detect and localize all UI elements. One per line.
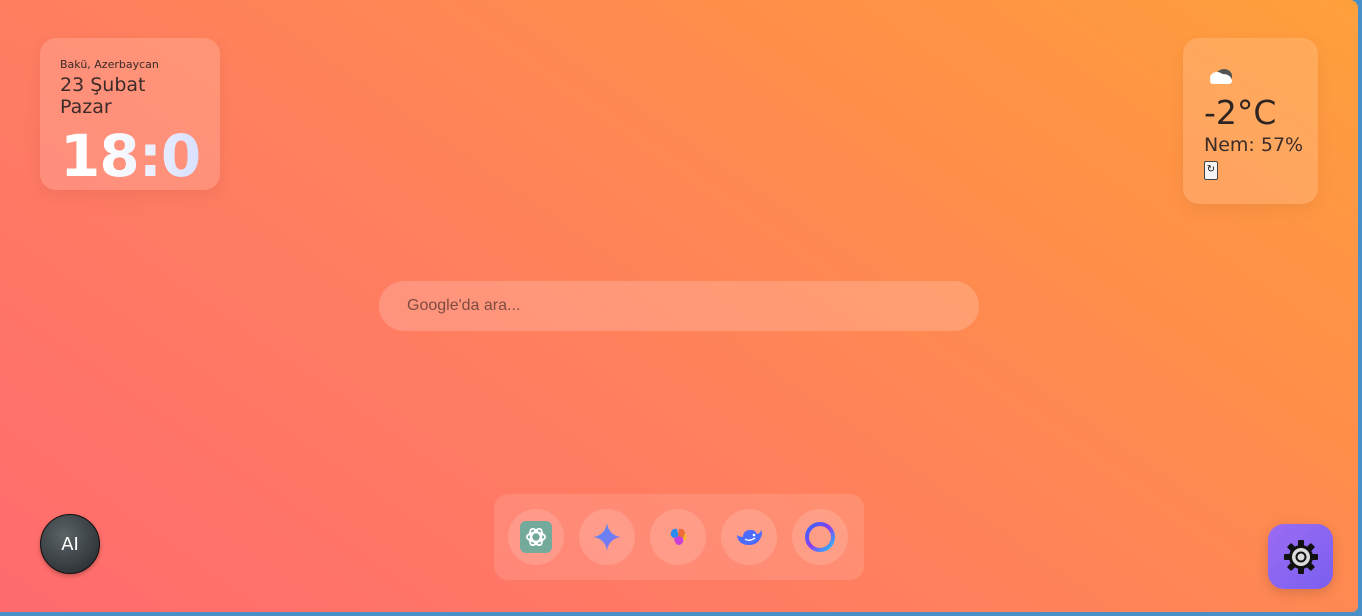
- dock-item-chatgpt[interactable]: [508, 509, 564, 565]
- meta-ai-ring-icon: [805, 522, 835, 552]
- new-tab-page: Bakü, Azerbaycan 23 Şubat Pazar 18:03 -2…: [0, 0, 1358, 612]
- weather-temperature: -2°C: [1204, 93, 1277, 132]
- search-input[interactable]: [379, 281, 979, 331]
- dock-item-meta-ai[interactable]: [792, 509, 848, 565]
- deepseek-whale-icon: [737, 529, 762, 545]
- dock-item-deepseek[interactable]: [721, 509, 777, 565]
- settings-button[interactable]: [1268, 524, 1333, 589]
- clock-date: 23 Şubat Pazar: [60, 74, 146, 118]
- weather-humidity: Nem: 57%: [1204, 134, 1304, 156]
- weather-widget: -2°C Nem: 57% ↻: [1183, 38, 1318, 204]
- clock-widget: Bakü, Azerbaycan 23 Şubat Pazar 18:03: [40, 38, 241, 190]
- chatgpt-icon: [520, 521, 552, 553]
- dock-item-gemini[interactable]: [579, 509, 635, 565]
- dock-item-copilot[interactable]: [650, 509, 706, 565]
- copilot-icon: [670, 528, 687, 545]
- gear-icon: [1283, 539, 1318, 574]
- clock-time: 18:03: [60, 122, 241, 190]
- gemini-sparkle-icon: [593, 523, 621, 551]
- ai-shortcuts-dock: [494, 494, 864, 580]
- ai-assistant-button[interactable]: AI: [40, 514, 100, 574]
- weather-refresh-button[interactable]: ↻: [1204, 161, 1218, 180]
- clock-location: Bakü, Azerbaycan: [60, 58, 159, 71]
- cloud-icon: [1210, 69, 1232, 84]
